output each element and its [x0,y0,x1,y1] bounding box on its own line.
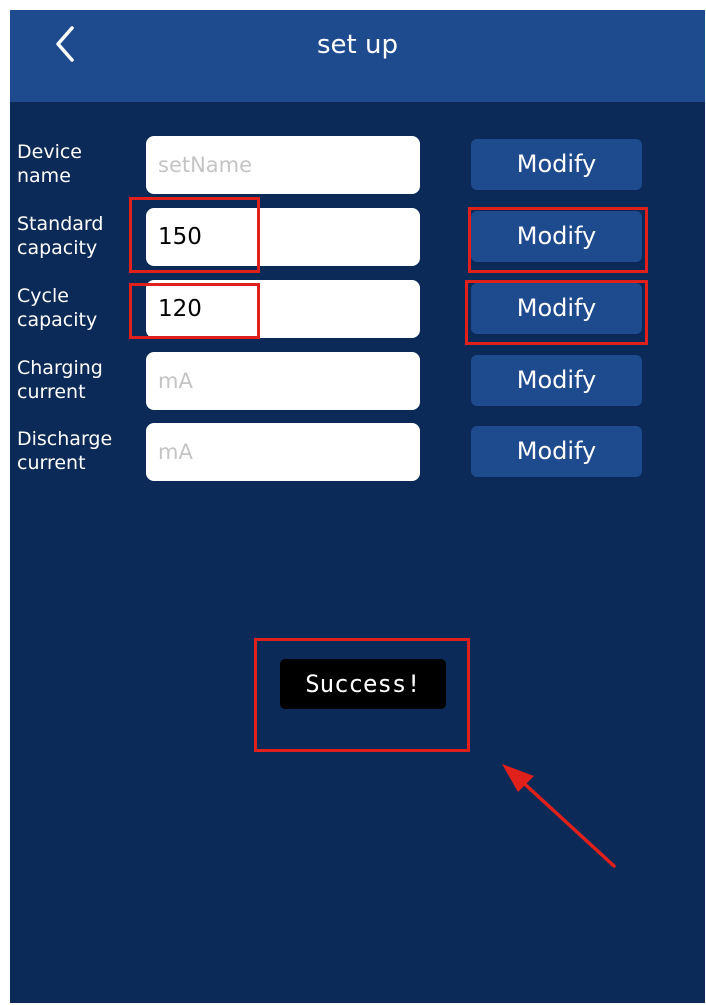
setting-row-device-name: Device name setName Modify [10,136,705,194]
header-bar: set up [10,10,705,102]
annotation-arrow-icon [502,764,616,868]
label-line: Charging [17,357,103,379]
setting-row-discharge-current: Discharge current mA Modify [10,423,705,481]
page-title: set up [317,30,398,60]
annotation-highlight-box [129,197,260,273]
annotation-highlight-box [254,638,470,752]
annotation-highlight-box [129,283,260,339]
label-line: Standard [17,213,104,235]
discharge-current-input[interactable]: mA [146,423,420,481]
discharge-current-label: Discharge current [17,427,142,475]
app-screen: set up Device name setName Modify Standa… [10,10,705,1003]
modify-discharge-current-button[interactable]: Modify [471,426,642,477]
annotation-highlight-box [465,280,648,345]
charging-current-label: Charging current [17,356,142,404]
label-line: name [17,165,71,187]
label-line: Device [17,141,82,163]
setting-row-charging-current: Charging current mA Modify [10,352,705,410]
charging-current-input[interactable]: mA [146,352,420,410]
standard-capacity-label: Standard capacity [17,212,142,260]
label-line: capacity [17,237,98,259]
annotation-highlight-box [468,207,648,273]
label-line: Discharge [17,428,113,450]
modify-charging-current-button[interactable]: Modify [471,355,642,406]
modify-device-name-button[interactable]: Modify [471,139,642,190]
label-line: current [17,452,86,474]
cycle-capacity-label: Cycle capacity [17,284,142,332]
label-line: Cycle [17,285,69,307]
label-line: capacity [17,309,98,331]
label-line: current [17,381,86,403]
device-name-label: Device name [17,140,142,188]
device-name-input[interactable]: setName [146,136,420,194]
